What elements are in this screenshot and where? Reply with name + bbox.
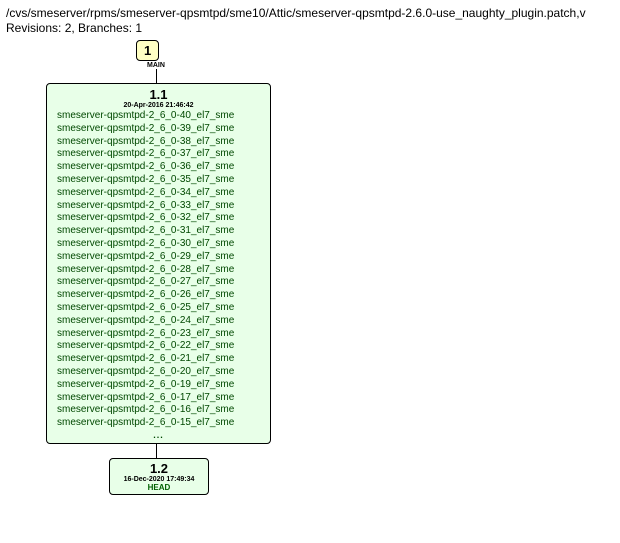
tag-item: smeserver-qpsmtpd-2_6_0-28_el7_sme [51,264,266,277]
revision-1-box[interactable]: 1.1 20-Apr-2016 21:46:42 smeserver-qpsmt… [46,83,271,444]
tags-ellipsis: ... [51,430,266,440]
revision-2-date: 16-Dec-2020 17:49:34 [114,476,204,483]
revision-1-date: 20-Apr-2016 21:46:42 [51,102,266,109]
connector-line [156,69,157,83]
connector-line [156,444,157,458]
revision-2-head: HEAD [114,483,204,492]
file-path: /cvs/smeserver/rpms/smeserver-qpsmtpd/sm… [6,6,614,20]
tag-item: smeserver-qpsmtpd-2_6_0-40_el7_sme [51,110,266,123]
tag-item: smeserver-qpsmtpd-2_6_0-25_el7_sme [51,302,266,315]
tag-item: smeserver-qpsmtpd-2_6_0-29_el7_sme [51,251,266,264]
revision-2-number: 1.2 [114,461,204,476]
tag-item: smeserver-qpsmtpd-2_6_0-15_el7_sme [51,417,266,430]
tag-item: smeserver-qpsmtpd-2_6_0-31_el7_sme [51,225,266,238]
tag-item: smeserver-qpsmtpd-2_6_0-32_el7_sme [51,212,266,225]
tag-item: smeserver-qpsmtpd-2_6_0-36_el7_sme [51,161,266,174]
revision-1-tags: smeserver-qpsmtpd-2_6_0-40_el7_smesmeser… [51,110,266,430]
tag-item: smeserver-qpsmtpd-2_6_0-39_el7_sme [51,123,266,136]
tag-item: smeserver-qpsmtpd-2_6_0-22_el7_sme [51,340,266,353]
tag-item: smeserver-qpsmtpd-2_6_0-16_el7_sme [51,404,266,417]
tag-item: smeserver-qpsmtpd-2_6_0-17_el7_sme [51,392,266,405]
tag-item: smeserver-qpsmtpd-2_6_0-35_el7_sme [51,174,266,187]
revision-2-box[interactable]: 1.2 16-Dec-2020 17:49:34 HEAD [109,458,209,495]
revisions-count: Revisions: 2, Branches: 1 [6,21,614,35]
branch-box[interactable]: 1 [136,40,159,61]
tag-item: smeserver-qpsmtpd-2_6_0-24_el7_sme [51,315,266,328]
tag-item: smeserver-qpsmtpd-2_6_0-30_el7_sme [51,238,266,251]
tag-item: smeserver-qpsmtpd-2_6_0-23_el7_sme [51,328,266,341]
branch-number: 1 [144,43,151,58]
revision-1-number: 1.1 [51,87,266,102]
revision-graph: 1 MAIN 1.1 20-Apr-2016 21:46:42 smeserve… [6,40,614,495]
tag-item: smeserver-qpsmtpd-2_6_0-21_el7_sme [51,353,266,366]
tag-item: smeserver-qpsmtpd-2_6_0-27_el7_sme [51,276,266,289]
tag-item: smeserver-qpsmtpd-2_6_0-33_el7_sme [51,200,266,213]
tag-item: smeserver-qpsmtpd-2_6_0-38_el7_sme [51,136,266,149]
tag-item: smeserver-qpsmtpd-2_6_0-19_el7_sme [51,379,266,392]
tag-item: smeserver-qpsmtpd-2_6_0-34_el7_sme [51,187,266,200]
tag-item: smeserver-qpsmtpd-2_6_0-26_el7_sme [51,289,266,302]
tag-item: smeserver-qpsmtpd-2_6_0-37_el7_sme [51,148,266,161]
branch-label: MAIN [136,62,176,69]
tag-item: smeserver-qpsmtpd-2_6_0-20_el7_sme [51,366,266,379]
